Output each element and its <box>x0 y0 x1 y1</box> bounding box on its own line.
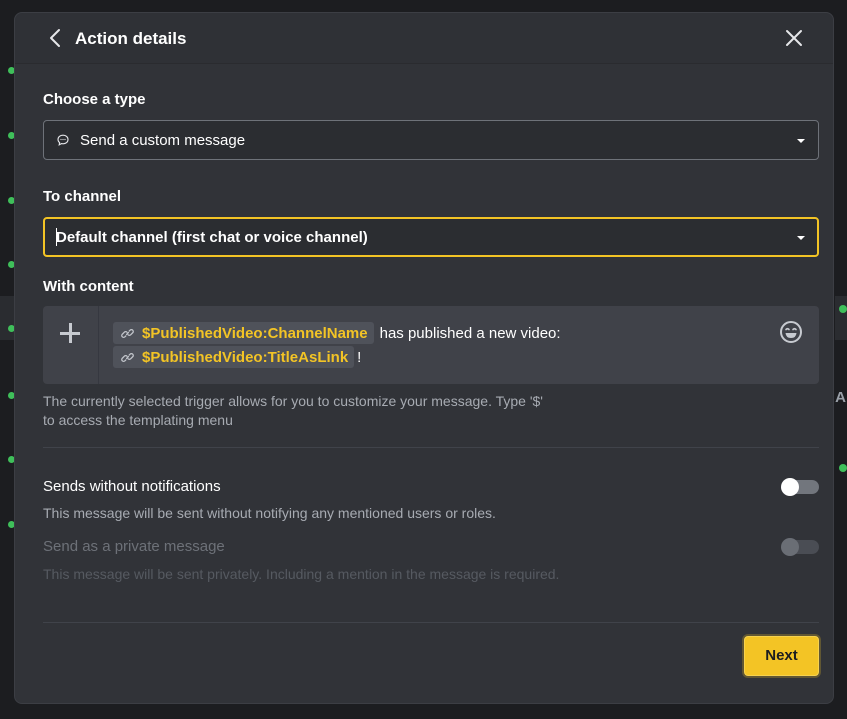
option-title-silent: Sends without notifications <box>43 478 221 495</box>
back-button[interactable] <box>45 27 67 49</box>
editor-line: $PublishedVideo:TitleAsLink ! <box>113 346 361 368</box>
message-text: ! <box>357 348 362 366</box>
with-content-label: With content <box>43 278 134 295</box>
template-variable-chip[interactable]: $PublishedVideo:TitleAsLink <box>113 346 355 368</box>
template-variable-chip[interactable]: $PublishedVideo:ChannelName <box>113 322 374 344</box>
toggle-knob <box>781 538 799 556</box>
dialog-header: Action details <box>15 13 833 64</box>
option-description-silent: This message will be sent without notify… <box>43 505 496 521</box>
template-variable-text: $PublishedVideo:ChannelName <box>142 324 368 342</box>
divider <box>43 447 819 448</box>
chevron-left-icon <box>50 29 60 47</box>
template-variable-text: $PublishedVideo:TitleAsLink <box>142 348 349 366</box>
message-content-editor[interactable]: $PublishedVideo:ChannelName has publishe… <box>43 306 819 384</box>
to-channel-label: To channel <box>43 188 122 205</box>
option-description-private: This message will be sent privately. Inc… <box>43 566 560 582</box>
background-row-highlight <box>0 296 14 340</box>
emoji-picker-button[interactable] <box>779 320 803 344</box>
status-dot <box>839 464 847 472</box>
chat-bubble-icon <box>57 134 69 146</box>
close-icon <box>786 30 802 46</box>
type-select-value: Send a custom message <box>80 132 246 149</box>
message-text: has published a new video: <box>379 324 561 342</box>
silent-toggle[interactable] <box>781 478 819 496</box>
background-row-highlight-right <box>835 296 847 340</box>
link-icon <box>121 352 134 362</box>
emoji-icon <box>780 321 802 343</box>
type-select[interactable]: Send a custom message <box>43 120 819 160</box>
chevron-down-icon <box>797 236 805 240</box>
close-button[interactable] <box>783 27 805 49</box>
content-helper-text: The currently selected trigger allows fo… <box>43 393 543 428</box>
editor-line: $PublishedVideo:ChannelName has publishe… <box>113 322 561 344</box>
option-title-private: Send as a private message <box>43 538 225 555</box>
channel-select-value: Default channel (first chat or voice cha… <box>56 229 368 246</box>
link-icon <box>121 328 134 338</box>
chevron-down-icon <box>797 139 805 143</box>
action-details-dialog: Action details Choose a type Send a cust… <box>14 12 834 704</box>
next-button[interactable]: Next <box>744 636 819 676</box>
add-attachment-button[interactable] <box>43 306 99 384</box>
status-dot <box>839 305 847 313</box>
background-fragment-text: A <box>835 389 846 406</box>
channel-select[interactable]: Default channel (first chat or voice cha… <box>43 217 819 257</box>
toggle-knob <box>781 478 799 496</box>
private-toggle[interactable] <box>781 538 819 556</box>
divider <box>43 622 819 623</box>
choose-type-label: Choose a type <box>43 91 146 108</box>
dialog-title: Action details <box>75 29 187 48</box>
